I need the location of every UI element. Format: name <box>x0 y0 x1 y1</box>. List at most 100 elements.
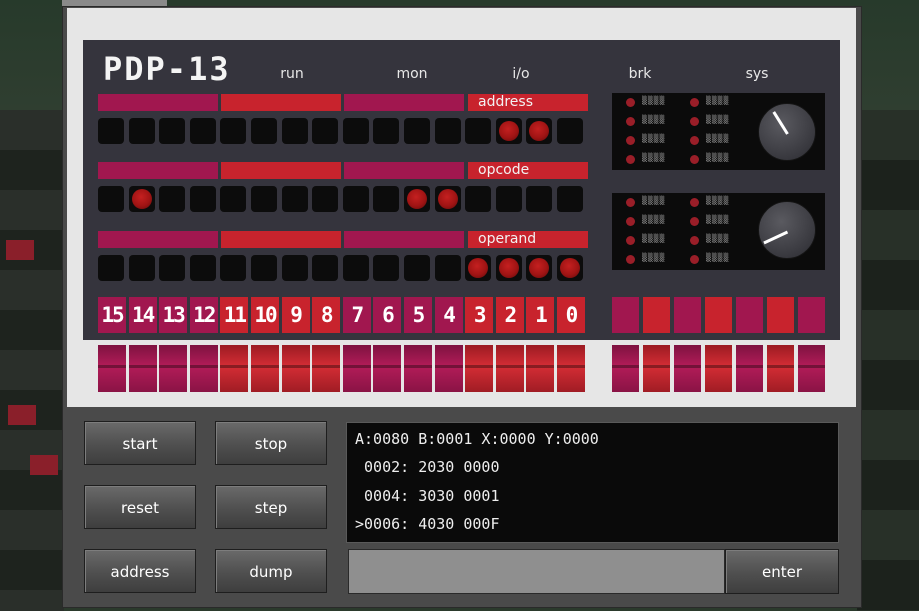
bit-switch-3[interactable] <box>465 345 494 392</box>
led-opcode-bit-7 <box>342 186 369 212</box>
dump-button[interactable]: dump <box>215 549 327 593</box>
bit-label-1: 1 <box>526 297 555 333</box>
led-opcode-bit-9 <box>281 186 308 212</box>
rotary-knob-1[interactable] <box>758 103 816 161</box>
led-on-indicator <box>529 121 550 141</box>
enter-button[interactable]: enter <box>725 549 839 594</box>
led-on-indicator <box>437 189 458 209</box>
bit-label-7: 7 <box>342 297 371 333</box>
rotary-knob-2[interactable] <box>758 201 816 259</box>
led-operand-bit-1 <box>526 255 553 281</box>
status-block-2: ▒▒▒▒ ▒▒▒▒ ▒▒▒▒ ▒▒▒▒ ▒▒▒▒ ▒▒▒▒ ▒▒▒▒ ▒▒▒▒ <box>612 193 825 270</box>
column-label-run: run <box>280 66 304 82</box>
bit-label-11: 11 <box>220 297 249 333</box>
led-operand-bit-5 <box>404 255 430 281</box>
group-bar-opcode-1 <box>98 162 218 179</box>
led-operand-bit-8 <box>312 255 339 281</box>
bit-switch-8[interactable] <box>312 345 341 392</box>
bit-switch-4[interactable] <box>434 345 463 392</box>
led-operand-bit-6 <box>373 255 400 281</box>
column-label-io: i/o <box>512 66 530 82</box>
led-opcode-bit-3 <box>465 186 492 212</box>
bit-label-0: 0 <box>557 297 585 333</box>
led-operand-bit-0 <box>557 255 583 281</box>
bit-switch-11[interactable] <box>220 345 249 392</box>
led-address-bit-10 <box>251 118 277 144</box>
led-on-indicator <box>407 189 427 209</box>
command-input[interactable] <box>348 549 725 594</box>
led-opcode-bit-6 <box>373 186 400 212</box>
bit-switch-9[interactable] <box>281 345 310 392</box>
led-opcode-bit-5 <box>404 186 430 212</box>
column-label-sys: sys <box>745 66 769 82</box>
stop-button[interactable]: stop <box>215 421 327 465</box>
bit-switch-0[interactable] <box>557 345 585 392</box>
bit-switch-15[interactable] <box>98 345 126 392</box>
led-address-bit-3 <box>465 118 492 144</box>
bit-switch-10[interactable] <box>251 345 279 392</box>
led-operand-bit-10 <box>251 255 277 281</box>
bit-switch-14[interactable] <box>128 345 157 392</box>
led-on-indicator <box>131 189 152 209</box>
led-address-bit-2 <box>495 118 522 144</box>
led-operand-bit-14 <box>128 255 155 281</box>
terminal-line: A:0080 B:0001 X:0000 Y:0000 <box>355 430 599 448</box>
led-address-bit-7 <box>342 118 369 144</box>
bit-switch-6[interactable] <box>373 345 402 392</box>
reset-button[interactable]: reset <box>84 485 196 529</box>
control-switch-2[interactable] <box>643 345 670 392</box>
row-label-address-bar: address <box>468 94 588 111</box>
led-address-bit-1 <box>526 118 553 144</box>
group-bar-operand-1 <box>98 231 218 248</box>
bit-label-10: 10 <box>251 297 279 333</box>
world-background-left <box>0 110 64 611</box>
address-button[interactable]: address <box>84 549 196 593</box>
bit-switch-13[interactable] <box>159 345 188 392</box>
control-label-4 <box>705 297 732 333</box>
led-opcode-bit-1 <box>526 186 553 212</box>
bit-switch-1[interactable] <box>526 345 555 392</box>
led-address-bit-15 <box>98 118 124 144</box>
start-button[interactable]: start <box>84 421 196 465</box>
bit-label-8: 8 <box>312 297 341 333</box>
led-on-indicator <box>498 258 519 278</box>
led-on-indicator <box>529 258 550 278</box>
bit-switch-7[interactable] <box>342 345 371 392</box>
led-address-bit-14 <box>128 118 155 144</box>
world-background-right <box>857 110 919 611</box>
terminal-line: 0002: 2030 0000 <box>355 458 500 476</box>
control-switch-5[interactable] <box>736 345 763 392</box>
control-switch-3[interactable] <box>674 345 701 392</box>
bit-label-6: 6 <box>373 297 402 333</box>
control-switch-1[interactable] <box>612 345 639 392</box>
bit-switch-5[interactable] <box>404 345 432 392</box>
led-address-bit-8 <box>312 118 339 144</box>
led-address-bit-0 <box>557 118 583 144</box>
group-bar-opcode-2 <box>221 162 341 179</box>
bit-label-13: 13 <box>159 297 188 333</box>
control-switch-4[interactable] <box>705 345 732 392</box>
led-opcode-bit-11 <box>220 186 247 212</box>
bit-label-14: 14 <box>128 297 157 333</box>
row-label-operand: operand <box>478 231 537 247</box>
bit-label-3: 3 <box>465 297 494 333</box>
terminal-line: 0004: 3030 0001 <box>355 487 500 505</box>
led-operand-bit-2 <box>495 255 522 281</box>
control-switch-6[interactable] <box>767 345 794 392</box>
bit-switch-12[interactable] <box>189 345 218 392</box>
led-on-indicator <box>560 258 580 278</box>
control-label-7 <box>798 297 825 333</box>
row-label-address: address <box>478 94 534 110</box>
led-opcode-bit-2 <box>495 186 522 212</box>
control-switch-7[interactable] <box>798 345 825 392</box>
bit-switch-2[interactable] <box>495 345 524 392</box>
bit-label-4: 4 <box>434 297 463 333</box>
control-label-2 <box>643 297 670 333</box>
bit-label-2: 2 <box>495 297 524 333</box>
control-label-5 <box>736 297 763 333</box>
group-bar-operand-3 <box>344 231 464 248</box>
step-button[interactable]: step <box>215 485 327 529</box>
led-address-bit-5 <box>404 118 430 144</box>
led-operand-bit-7 <box>342 255 369 281</box>
row-label-opcode: opcode <box>478 162 530 178</box>
